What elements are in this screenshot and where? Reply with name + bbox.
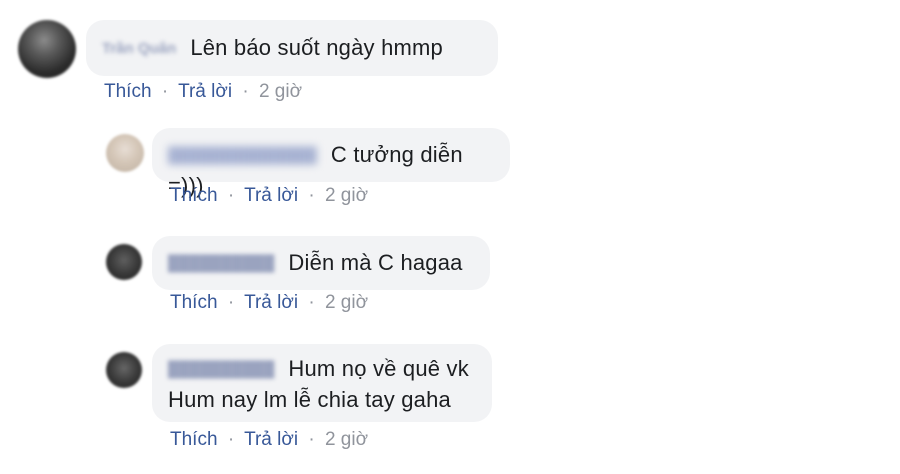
- separator: ·: [242, 81, 249, 102]
- separator: ·: [308, 185, 315, 206]
- comment-bubble: ██████████████ C tưởng diễn =))): [152, 128, 510, 198]
- comment-thread: Trần Quân Lên báo suốt ngày hmmp Thích ·…: [0, 0, 900, 474]
- timestamp[interactable]: 2 giờ: [325, 185, 368, 206]
- author-name[interactable]: Trần Quân: [102, 34, 176, 64]
- reply-link[interactable]: Trả lời: [244, 292, 298, 313]
- author-name-redacted[interactable]: ██████████: [168, 355, 274, 385]
- comment-bubble: ██████████ Diễn mà C hagaa: [152, 236, 490, 290]
- comment-bubble: ██████████ Hum nọ về quê vk Hum nay lm l…: [152, 344, 492, 422]
- comment-text: Lên báo suốt ngày hmmp: [190, 35, 443, 60]
- reply-link[interactable]: Trả lời: [244, 429, 298, 450]
- like-link[interactable]: Thích: [104, 81, 152, 102]
- comment-actions: Thích · Trả lời · 2 giờ: [170, 185, 368, 207]
- separator: ·: [227, 185, 235, 206]
- like-link[interactable]: Thích: [170, 292, 218, 313]
- comment-actions: Thích · Trả lời · 2 giờ: [170, 429, 368, 451]
- comment-text-line: ██████████ Hum nọ về quê vk: [168, 354, 476, 385]
- avatar[interactable]: [18, 20, 76, 78]
- comment-text: Diễn mà C hagaa: [288, 250, 463, 275]
- separator: ·: [227, 292, 235, 313]
- avatar[interactable]: [106, 244, 142, 280]
- comment-bubble: Trần Quân Lên báo suốt ngày hmmp: [86, 20, 498, 76]
- reply-link[interactable]: Trả lời: [244, 185, 298, 206]
- separator: ·: [308, 292, 315, 313]
- like-link[interactable]: Thích: [170, 185, 218, 206]
- comment-text: Hum nọ về quê vk: [288, 356, 469, 381]
- author-name-redacted[interactable]: ██████████: [168, 249, 274, 279]
- comment-text-line: Hum nay lm lễ chia tay gaha: [168, 387, 451, 412]
- reply-link[interactable]: Trả lời: [178, 81, 232, 102]
- comment-actions: Thích · Trả lời · 2 giờ: [104, 81, 302, 103]
- timestamp[interactable]: 2 giờ: [325, 292, 368, 313]
- separator: ·: [227, 429, 235, 450]
- avatar[interactable]: [106, 352, 142, 388]
- timestamp[interactable]: 2 giờ: [325, 429, 368, 450]
- separator: ·: [308, 429, 315, 450]
- timestamp[interactable]: 2 giờ: [259, 81, 302, 102]
- author-name-redacted[interactable]: ██████████████: [168, 141, 317, 171]
- comment-actions: Thích · Trả lời · 2 giờ: [170, 292, 368, 314]
- separator: ·: [161, 81, 169, 102]
- like-link[interactable]: Thích: [170, 429, 218, 450]
- avatar[interactable]: [106, 134, 144, 172]
